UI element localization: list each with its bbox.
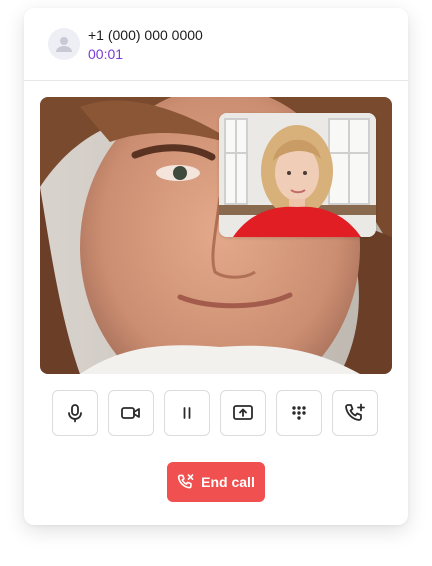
add-call-button[interactable]	[332, 390, 378, 436]
caller-phone-number: +1 (000) 000 0000	[88, 27, 203, 43]
end-call-label: End call	[201, 474, 255, 490]
camera-button[interactable]	[108, 390, 154, 436]
hold-button[interactable]	[164, 390, 210, 436]
avatar	[48, 28, 80, 60]
screen-share-icon	[233, 405, 253, 420]
call-card: +1 (000) 000 0000 00:01 End call	[24, 8, 408, 525]
call-header: +1 (000) 000 0000 00:01	[24, 8, 408, 81]
video-camera-icon	[121, 407, 140, 419]
microphone-button[interactable]	[52, 390, 98, 436]
pause-icon	[183, 407, 191, 419]
phone-plus-icon	[345, 403, 365, 421]
local-video-preview[interactable]	[219, 113, 376, 237]
local-video-image	[219, 113, 376, 237]
share-screen-button[interactable]	[220, 390, 266, 436]
dialpad-button[interactable]	[276, 390, 322, 436]
user-icon	[56, 37, 72, 52]
call-controls	[52, 390, 380, 438]
end-call-button[interactable]: End call	[167, 462, 265, 502]
microphone-icon	[68, 404, 82, 423]
phone-hangup-icon	[177, 474, 194, 489]
call-timer: 00:01	[88, 46, 124, 62]
dialpad-icon	[292, 406, 306, 420]
